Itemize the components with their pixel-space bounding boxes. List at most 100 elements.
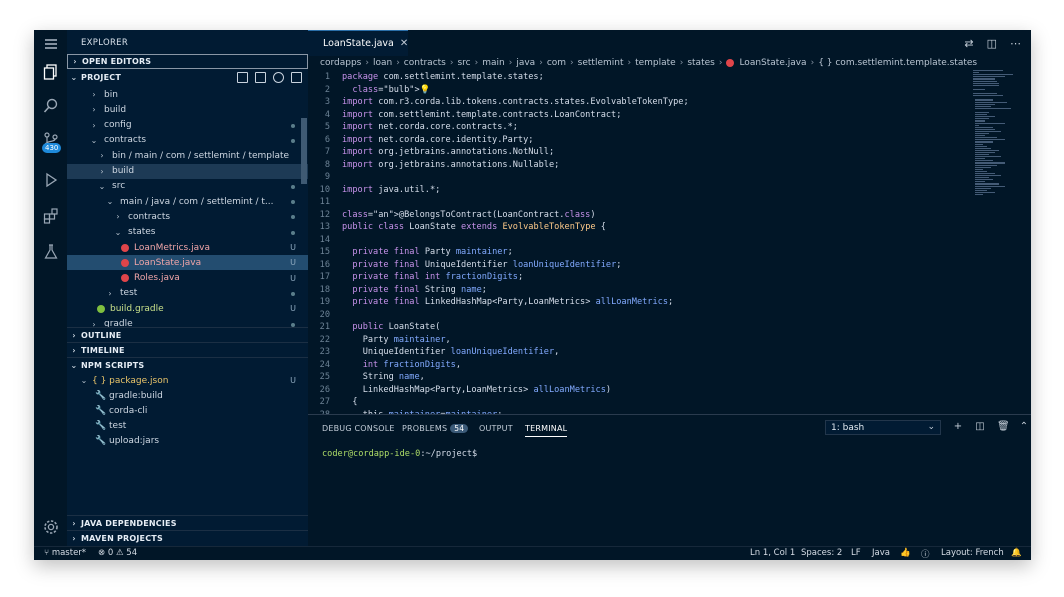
maven-projects-section[interactable]: › MAVEN PROJECTS <box>67 530 308 545</box>
java-dependencies-section[interactable]: › JAVA DEPENDENCIES <box>67 515 308 530</box>
modified-dot-icon <box>291 322 295 327</box>
tree-item[interactable]: › build <box>67 163 308 179</box>
tree-item[interactable]: ⌄ contracts <box>67 133 308 148</box>
explorer-icon[interactable] <box>34 58 67 86</box>
more-actions-icon[interactable]: ⋯ <box>1010 37 1021 50</box>
minimap-line <box>975 145 987 147</box>
breadcrumb-item[interactable]: states <box>687 58 715 68</box>
refresh-icon[interactable] <box>273 72 284 83</box>
timeline-section[interactable]: › TIMELINE <box>67 342 308 357</box>
indent-spaces[interactable]: Spaces: 2 <box>801 548 842 558</box>
npm-script-item[interactable]: 🔧 corda-cli <box>67 403 308 418</box>
minimap-line <box>973 84 999 86</box>
tree-item[interactable]: › contracts <box>67 209 308 224</box>
feedback-icon[interactable]: 👍 <box>900 548 911 558</box>
chevron-right-icon: › <box>100 166 104 176</box>
open-editors-section[interactable]: › OPEN EDITORS <box>67 54 308 69</box>
breadcrumb-item[interactable]: cordapps <box>320 58 361 68</box>
breadcrumb-separator-icon: › <box>539 58 543 68</box>
tree-item[interactable]: › config <box>67 118 308 133</box>
breadcrumb-item[interactable]: src <box>457 58 470 68</box>
problems-status[interactable]: ⊗ 0 ⚠ 54 <box>98 548 137 558</box>
line-ending[interactable]: LF <box>851 548 861 558</box>
project-section[interactable]: ⌄ PROJECT <box>67 70 308 85</box>
notifications-bell-icon[interactable]: 🔔 <box>1011 548 1022 558</box>
minimap[interactable] <box>973 70 1023 200</box>
testing-flask-icon[interactable] <box>34 238 67 266</box>
minimap-line <box>973 78 995 80</box>
maximize-panel-icon[interactable]: ⌃ <box>1019 421 1029 432</box>
java-file-icon <box>726 59 735 67</box>
modified-dot-icon <box>291 291 295 296</box>
code-line: 8 import org.jetbrains.annotations.Nullab… <box>308 159 948 172</box>
code-line: 5 import net.corda.core.contracts.*; <box>308 121 948 134</box>
outline-section[interactable]: › OUTLINE <box>67 327 308 342</box>
breadcrumb-item[interactable]: com <box>547 58 566 68</box>
menu-icon[interactable] <box>34 30 67 58</box>
new-terminal-icon[interactable]: + <box>953 421 963 432</box>
breadcrumb-item[interactable]: contracts <box>404 58 446 68</box>
breadcrumb-item[interactable]: template <box>635 58 676 68</box>
terminal-prompt[interactable]: coder@cordapp-ide-0:~/project$ <box>322 449 477 459</box>
line-number: 25 <box>319 372 330 382</box>
npm-scripts-section[interactable]: ⌄ NPM SCRIPTS <box>67 357 308 372</box>
line-text: UniqueIdentifier loanUniqueIdentifier, <box>342 347 560 357</box>
line-number: 22 <box>319 334 330 345</box>
breadcrumb-separator-icon: › <box>508 58 513 68</box>
tree-scrollbar[interactable] <box>301 118 307 184</box>
split-editor-icon[interactable]: ◫ <box>987 37 997 50</box>
tree-item[interactable]: ⌄ src <box>67 179 308 194</box>
settings-gear-icon[interactable] <box>34 513 67 541</box>
breadcrumb-item[interactable]: LoanState.java <box>739 58 806 68</box>
close-icon[interactable]: ✕ <box>400 38 408 49</box>
compare-changes-icon[interactable]: ⇄ <box>964 37 973 50</box>
npm-script-item[interactable]: 🔧 gradle:build <box>67 388 308 403</box>
language-mode[interactable]: Java <box>872 548 890 558</box>
line-number: 9 <box>324 172 330 182</box>
tree-item[interactable]: › bin / main / com / settlemint / templat… <box>67 148 308 163</box>
code-line: 18 private final String name; <box>308 284 948 297</box>
tree-item[interactable]: › build <box>67 102 308 117</box>
java-dependencies-label: JAVA DEPENDENCIES <box>81 518 177 528</box>
code-editor[interactable]: 1 package com.settlemint.template.states;… <box>308 70 1031 414</box>
split-terminal-icon[interactable]: ◫ <box>975 421 985 432</box>
tree-item[interactable]: ⌄ main / java / com / settlemint / t... <box>67 194 308 209</box>
breadcrumb-item[interactable]: settlemint <box>578 58 624 68</box>
breadcrumb-item[interactable]: java <box>516 58 535 68</box>
tree-item[interactable]: LoanMetrics.java U <box>67 240 308 255</box>
breadcrumb-item[interactable]: loan <box>373 58 392 68</box>
chevron-down-icon: ⌄ <box>98 181 106 191</box>
npm-script-item[interactable]: 🔧 upload:jars <box>67 434 308 449</box>
search-icon[interactable] <box>34 92 67 120</box>
tree-item[interactable]: build.gradle U <box>67 301 308 316</box>
breadcrumb-item[interactable]: { } com.settlemint.template.states <box>818 58 977 68</box>
trash-icon[interactable]: 🗑 <box>997 421 1010 432</box>
extensions-icon[interactable] <box>34 202 67 230</box>
info-icon[interactable]: ⓘ <box>921 548 930 560</box>
run-debug-icon[interactable] <box>34 166 67 194</box>
tab-loanstate-java[interactable]: LoanState.java ✕ <box>308 30 408 56</box>
tab-problems[interactable]: PROBLEMS 54 <box>402 424 469 433</box>
cursor-position[interactable]: Ln 1, Col 1 <box>750 548 795 558</box>
tree-item[interactable]: Roles.java U <box>67 271 308 286</box>
package-json-item[interactable]: ⌄ { } package.json U <box>67 373 308 388</box>
tree-item[interactable]: › test <box>67 286 308 301</box>
breadcrumb-item[interactable]: main <box>482 58 505 68</box>
tab-terminal[interactable]: TERMINAL <box>525 424 568 437</box>
collapse-all-icon[interactable] <box>291 72 302 83</box>
new-folder-icon[interactable] <box>255 72 266 83</box>
git-untracked-decoration: U <box>290 258 296 268</box>
minimap-line <box>975 154 989 156</box>
terminal-select[interactable]: 1: bash ⌄ <box>825 420 941 435</box>
npm-script-item[interactable]: 🔧 test <box>67 419 308 434</box>
tab-output[interactable]: OUTPUT <box>479 424 513 433</box>
tab-debug-console[interactable]: DEBUG CONSOLE <box>322 424 395 433</box>
keyboard-layout[interactable]: Layout: French <box>941 548 1004 558</box>
tree-item[interactable]: › bin <box>67 87 308 102</box>
new-file-icon[interactable] <box>237 72 248 83</box>
tree-item[interactable]: LoanState.java U <box>67 255 308 271</box>
line-number: 12 <box>319 209 330 220</box>
branch-status[interactable]: ⑂ master* <box>44 548 86 558</box>
tree-item[interactable]: ⌄ states <box>67 225 308 240</box>
terminal-select-value: 1: bash <box>831 422 865 433</box>
